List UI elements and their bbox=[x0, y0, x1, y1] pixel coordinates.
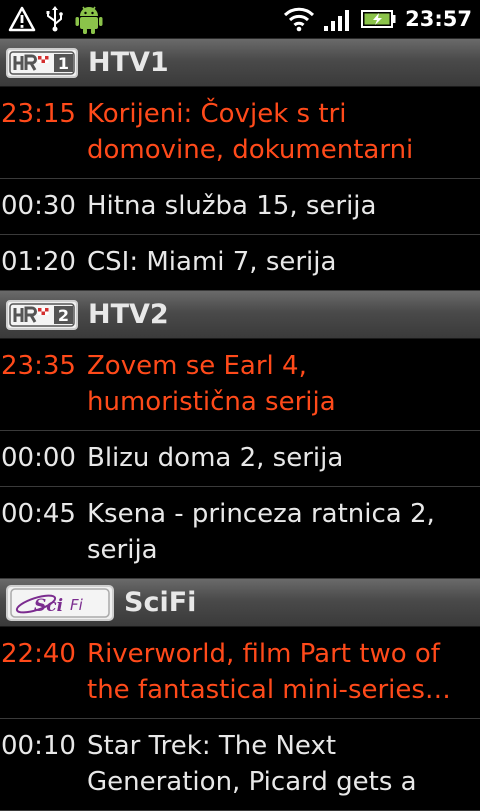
program-time: 01:20 bbox=[1, 247, 76, 277]
program-row[interactable]: 00:10 Star Trek: The Next Generation, Pi… bbox=[0, 719, 480, 811]
program-title: Star Trek: The Next Generation, Picard g… bbox=[87, 731, 417, 797]
program-time: 23:15 bbox=[1, 99, 76, 129]
svg-text:1: 1 bbox=[58, 54, 69, 73]
channel-header-htv1[interactable]: 1 HTV1 bbox=[0, 39, 480, 87]
program-row[interactable]: 00:45 Ksena - princeza ratnica 2, serija bbox=[0, 487, 480, 579]
program-title: Riverworld, film Part two of the fantast… bbox=[87, 639, 451, 705]
channel-name: HTV1 bbox=[88, 47, 169, 78]
svg-text:2: 2 bbox=[58, 306, 69, 325]
program-time: 00:00 bbox=[1, 443, 76, 473]
program-row[interactable]: 00:00 Blizu doma 2, serija bbox=[0, 431, 480, 487]
program-title: CSI: Miami 7, serija bbox=[87, 247, 337, 277]
program-title: Blizu doma 2, serija bbox=[87, 443, 344, 473]
channel-header-htv2[interactable]: 2 HTV2 bbox=[0, 291, 480, 339]
signal-icon bbox=[324, 10, 350, 31]
program-title: Ksena - princeza ratnica 2, serija bbox=[87, 499, 435, 565]
channel-name: SciFi bbox=[124, 587, 197, 618]
status-bar: 23:57 bbox=[0, 0, 480, 39]
program-time: 00:30 bbox=[1, 191, 76, 221]
program-title: Korijeni: Čovjek s tri domovine, dokumen… bbox=[87, 99, 414, 165]
program-row[interactable]: 00:30 Hitna služba 15, serija bbox=[0, 179, 480, 235]
system-icons: 23:57 bbox=[283, 4, 472, 34]
program-row[interactable]: 01:20 CSI: Miami 7, serija bbox=[0, 235, 480, 291]
clock: 23:57 bbox=[405, 7, 472, 31]
program-title: Hitna služba 15, serija bbox=[87, 191, 377, 221]
channel-header-scifi[interactable]: Sci Fi SciFi bbox=[0, 579, 480, 627]
scifi-logo: Sci Fi bbox=[6, 584, 114, 621]
hrt1-logo: 1 bbox=[6, 47, 78, 78]
program-guide-list[interactable]: 1 HTV1 23:15 Korijeni: Čovjek s tri domo… bbox=[0, 39, 480, 811]
program-title: Zovem se Earl 4, humoristična serija bbox=[87, 351, 336, 417]
svg-text:Sci: Sci bbox=[34, 596, 63, 616]
program-row[interactable]: 22:40 Riverworld, film Part two of the f… bbox=[0, 627, 480, 719]
wifi-icon bbox=[284, 7, 315, 32]
channel-name: HTV2 bbox=[88, 299, 169, 330]
program-time: 00:45 bbox=[1, 499, 76, 529]
program-row[interactable]: 23:15 Korijeni: Čovjek s tri domovine, d… bbox=[0, 87, 480, 179]
program-time: 22:40 bbox=[1, 639, 76, 669]
program-row[interactable]: 23:35 Zovem se Earl 4, humoristična seri… bbox=[0, 339, 480, 431]
usb-icon bbox=[46, 6, 63, 32]
program-time: 00:10 bbox=[1, 731, 76, 761]
battery-charging-icon bbox=[361, 10, 396, 28]
notification-icons bbox=[8, 4, 104, 34]
hrt2-logo: 2 bbox=[6, 299, 78, 330]
warning-icon bbox=[8, 6, 36, 32]
android-debug-icon bbox=[75, 6, 103, 34]
svg-text:Fi: Fi bbox=[70, 596, 84, 614]
program-time: 23:35 bbox=[1, 351, 76, 381]
